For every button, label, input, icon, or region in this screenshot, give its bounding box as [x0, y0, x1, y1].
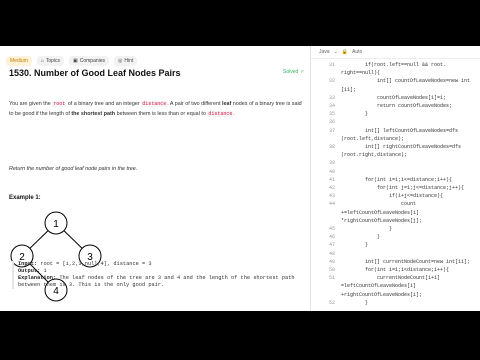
companies-tab[interactable]: ▣ Companies — [69, 56, 110, 66]
example-label: Example 1: — [9, 195, 41, 201]
line-number: 31 — [328, 62, 335, 68]
code-line[interactable]: =leftCountOfLeaveNodes[i] — [341, 283, 416, 289]
line-number: 44 — [328, 201, 335, 208]
code-line[interactable]: int[] leftCountOfLeaveNodes=dfs — [341, 128, 458, 134]
hint-label: Hint — [124, 58, 134, 64]
line-number: 34 — [328, 103, 335, 109]
code-root: root — [52, 101, 67, 107]
line-number: 48 — [328, 250, 335, 257]
line-number: 46 — [328, 234, 335, 241]
tag-icon: ⌂ — [40, 58, 44, 64]
code-line[interactable]: } — [341, 242, 368, 248]
line-number: 52 — [328, 299, 335, 306]
code-line[interactable]: *rightCountOfLeaveNodes[j]; — [341, 218, 422, 224]
code-distance: distance — [141, 101, 168, 107]
code-line[interactable]: for(int j=1;j<=distance;j++){ — [341, 185, 464, 191]
line-number: 33 — [328, 94, 335, 101]
check-circle-icon: ✓ — [300, 69, 305, 75]
code-line[interactable]: return countOfLeaveNodes; — [341, 103, 452, 109]
line-number: 38 — [328, 144, 335, 150]
line-number: 36 — [328, 119, 335, 126]
line-number: 42 — [328, 185, 335, 191]
example-explanation: The leaf nodes of the tree are 3 and 4 a… — [59, 275, 295, 281]
code-editor-panel: Java ⌄ 🔒 Auto 31 if(root.left==null && r… — [311, 46, 480, 311]
code-line[interactable]: countOfLeaveNodes[1]=1; — [341, 95, 446, 101]
line-number: 35 — [328, 111, 335, 118]
lock-icon: ▣ — [73, 58, 78, 64]
tree-node-1: 1 — [44, 211, 68, 235]
line-number: 43 — [328, 193, 335, 200]
line-number: 41 — [328, 176, 335, 183]
language-select[interactable]: Java — [319, 49, 330, 55]
problem-panel: Medium ⌂ Topics ▣ Companies ◎ Hint 1530. Nu… — [0, 46, 310, 311]
companies-label: Companies — [79, 58, 106, 64]
example-block: Input: root = [1,2,3,null,4], distance =… — [12, 261, 308, 289]
line-number: 51 — [328, 275, 335, 282]
code-line[interactable]: +rightCountOfLeaveNodes[i]; — [341, 292, 422, 298]
lightbulb-icon: ◎ — [118, 58, 123, 64]
code-line[interactable]: int[] countOfLeaveNodes=new int — [341, 78, 470, 84]
line-number: 49 — [328, 258, 335, 265]
example-output: 1 — [43, 268, 47, 274]
line-number: 39 — [328, 160, 335, 167]
code-line[interactable]: } — [341, 300, 368, 306]
line-number: 32 — [328, 78, 335, 85]
topics-tab[interactable]: ⌂ Topics — [36, 56, 65, 66]
code-line[interactable]: } — [341, 234, 380, 240]
code-line[interactable]: currentNodeCount[i+1] — [341, 275, 440, 281]
code-line[interactable]: int[] currentNodeCount=new int[11]; — [341, 259, 470, 265]
topics-label: Topics — [45, 58, 61, 64]
example-input: root = [1,2,3,null,4], distance = 3 — [40, 261, 152, 267]
code-line[interactable]: +=leftCountOfLeaveNodes[i] — [341, 210, 419, 216]
editor-toolbar: Java ⌄ 🔒 Auto — [311, 46, 480, 59]
code-line[interactable]: (root.right,distance); — [341, 152, 407, 158]
problem-description: You are given the root of a binary tree … — [9, 101, 302, 117]
code-line[interactable]: if(i+j<=distance){ — [341, 193, 443, 199]
mode-label[interactable]: Auto — [352, 49, 362, 55]
code-line[interactable]: (root.left,distance); — [341, 136, 404, 142]
code-line[interactable]: } — [341, 111, 368, 117]
code-line[interactable]: if(root.left==null && root. — [341, 62, 446, 68]
difficulty-badge: Medium — [6, 56, 32, 66]
solved-badge: Solved ✓ — [283, 69, 305, 75]
line-number: 45 — [328, 226, 335, 232]
code-line[interactable]: for(int i=1;i<distance;i++){ — [341, 267, 449, 273]
line-number: 37 — [328, 127, 335, 134]
code-line[interactable]: count — [341, 201, 416, 207]
svg-text:1: 1 — [53, 219, 59, 230]
line-number: 47 — [328, 242, 335, 249]
app-frame: Medium ⌂ Topics ▣ Companies ◎ Hint 1530. Nu… — [0, 46, 480, 311]
example-tree-diagram: 1 2 3 4 — [10, 211, 102, 302]
return-statement: Return the number of good leaf node pair… — [9, 166, 138, 172]
code-line[interactable]: for(int i=1;i<=distance;i++){ — [341, 177, 452, 183]
line-number: 50 — [328, 267, 335, 273]
problem-title: 1530. Number of Good Leaf Nodes Pairs — [9, 68, 181, 78]
chevron-down-icon: ⌄ — [333, 49, 338, 55]
solved-label: Solved — [283, 69, 299, 75]
tag-bar: Medium ⌂ Topics ▣ Companies ◎ Hint — [6, 56, 138, 66]
hint-tab[interactable]: ◎ Hint — [114, 56, 138, 66]
code-line[interactable]: } — [341, 226, 392, 232]
lock-icon: 🔒 — [341, 49, 348, 55]
code-line[interactable]: [11]; — [341, 87, 356, 93]
code-line[interactable]: int[] rightCountOfLeaveNodes=dfs — [341, 144, 461, 150]
line-number: 40 — [328, 168, 335, 175]
code-line[interactable]: right==null){ — [341, 70, 380, 76]
